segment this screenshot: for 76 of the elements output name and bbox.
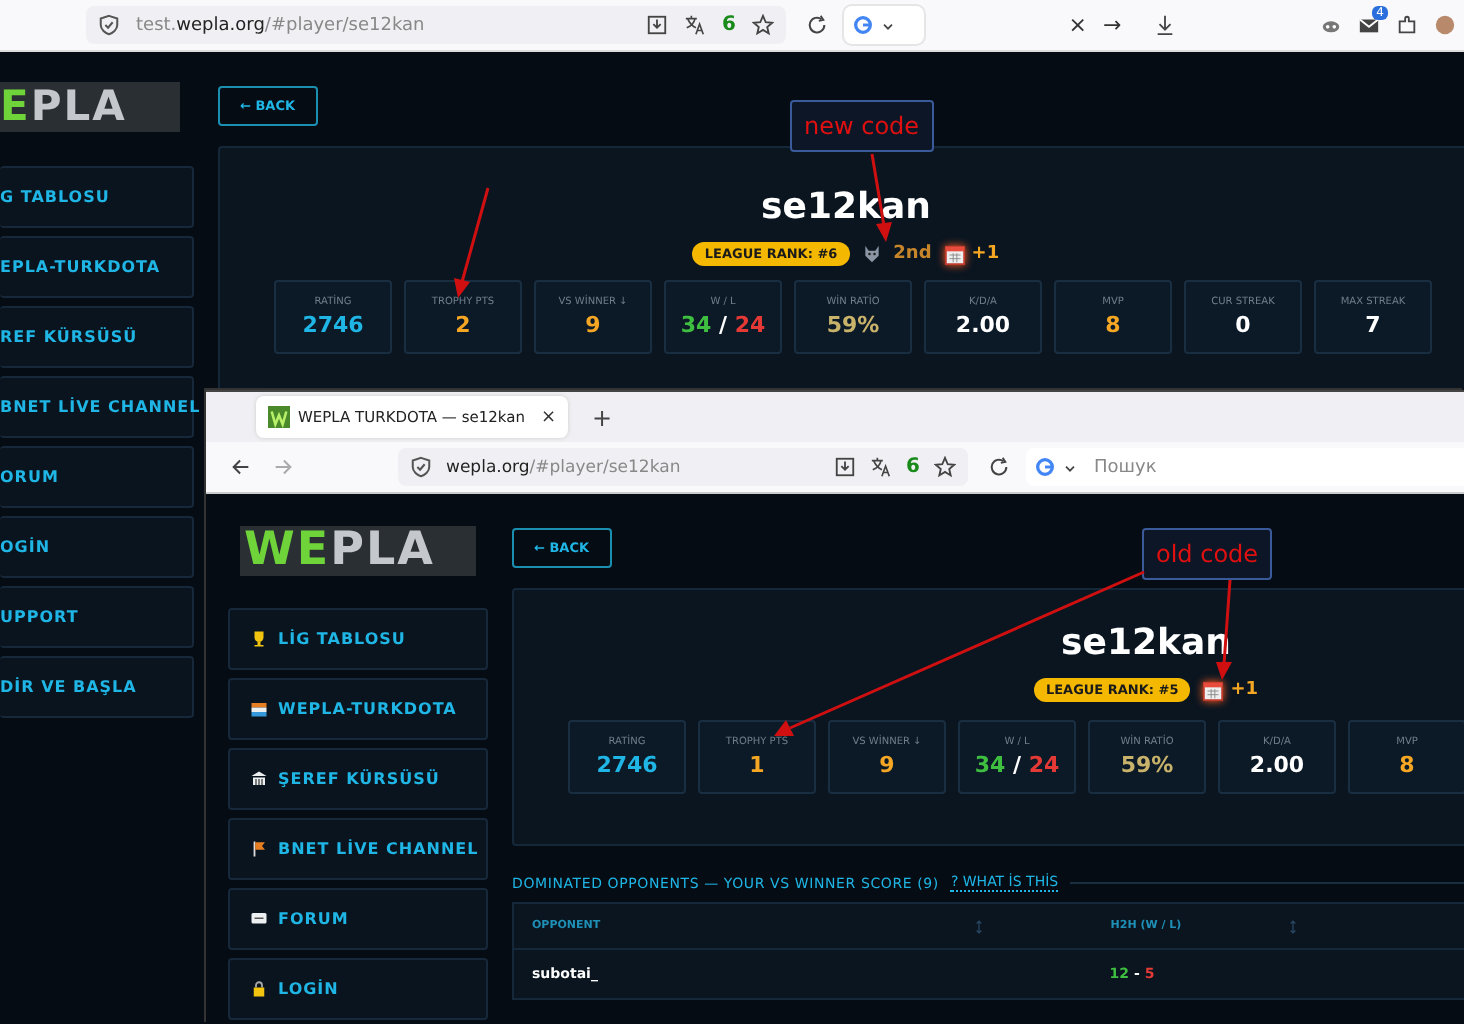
favicon-icon (268, 406, 290, 428)
reload-icon[interactable] (806, 14, 828, 36)
puzzle-icon[interactable] (1396, 14, 1418, 36)
stat-value: 59% (826, 314, 880, 338)
sidebar-item[interactable]: ORUM (0, 446, 194, 508)
mail-icon[interactable] (1358, 14, 1380, 36)
sidebar-item[interactable]: LİG TABLOSU (228, 608, 488, 670)
download-page-icon[interactable] (834, 456, 857, 478)
calendar-icon (1202, 679, 1225, 701)
stat-value: 7 (1365, 314, 1381, 338)
stat-value: 34 / 24 (974, 754, 1060, 778)
sidebar-item[interactable]: FORUM (228, 888, 488, 950)
building-icon (250, 770, 268, 788)
extension-count[interactable]: 6 (722, 14, 736, 36)
stat-value: 1 (749, 754, 765, 778)
lock-icon (250, 980, 268, 998)
stat-value: 8 (1105, 314, 1121, 338)
calendar-icon (943, 243, 966, 265)
flag-icon (250, 840, 268, 858)
url-text: wepla.org/#player/se12kan (446, 457, 681, 477)
annotation-label: old code (1142, 528, 1273, 580)
sidebar-item[interactable]: DİR VE BAŞLA (0, 656, 194, 718)
annotation-label: new code (790, 100, 934, 152)
sidebar-item[interactable]: UPPORT (0, 586, 194, 648)
sidebar-item[interactable]: G TABLOSU (0, 166, 194, 228)
stat-value: 2746 (596, 754, 658, 778)
shield-icon (98, 14, 120, 36)
stat-value: 2.00 (1249, 754, 1305, 778)
url-text: test.wepla.org/#player/se12kan (136, 15, 425, 35)
download-icon[interactable] (1153, 14, 1176, 36)
wolf-icon (861, 244, 882, 264)
search-engine-button[interactable] (1026, 448, 1086, 486)
address-bar[interactable]: wepla.org/#player/se12kan 6 (398, 448, 968, 486)
address-bar[interactable]: test.wepla.org/#player/se12kan 6 (86, 6, 786, 44)
stat-value: 34 / 24 (680, 314, 766, 338)
stat-value: 0 (1235, 314, 1251, 338)
sidebar-item[interactable]: BNET LİVE CHANNEL (0, 376, 194, 438)
sidebar-item[interactable]: REF KÜRSÜSÜ (0, 306, 194, 368)
stat-value: 8 (1399, 754, 1415, 778)
google-icon (1034, 456, 1056, 478)
sidebar-item[interactable]: BNET LİVE CHANNEL (228, 818, 488, 880)
stat-value: 59% (1120, 754, 1174, 778)
star-icon[interactable] (934, 456, 956, 478)
arrow (454, 187, 490, 298)
star-icon[interactable] (752, 14, 774, 36)
stat-value: 2746 (302, 314, 364, 338)
sidebar-item[interactable]: ŞEREF KÜRSÜSÜ (228, 748, 488, 810)
close-tab-button[interactable]: × (540, 407, 556, 427)
new-tab-button[interactable]: + (592, 403, 613, 431)
stat-value: 9 (585, 314, 601, 338)
extension-count[interactable]: 6 (906, 456, 920, 478)
download-page-icon[interactable] (646, 14, 669, 36)
streak-bonus: +1 (971, 244, 1000, 264)
streak-bonus: +1 (1230, 680, 1259, 700)
trophy-icon (250, 630, 268, 648)
reload-icon[interactable] (988, 456, 1010, 478)
sidebar-item[interactable]: WEPLA-TURKDOTA (228, 678, 488, 740)
logo: WEPLA (240, 526, 476, 576)
clear-button[interactable]: × (1068, 12, 1087, 38)
place-text: 2nd (893, 244, 932, 264)
google-icon (852, 14, 874, 36)
search-field[interactable]: Пошук (1086, 448, 1464, 486)
translate-icon[interactable] (684, 14, 707, 36)
sidebar-item[interactable]: EPLA-TURKDOTA (0, 236, 194, 298)
go-button[interactable]: → (1103, 12, 1122, 38)
back-arrow-icon[interactable] (230, 456, 252, 478)
sidebar-item[interactable]: OGİN (0, 516, 194, 578)
sidebar-item[interactable]: LOGİN (228, 958, 488, 1020)
shield-icon (410, 456, 432, 478)
search-field[interactable] (844, 6, 924, 44)
stat-value: 2 (455, 314, 471, 338)
stat-value: 2.00 (955, 314, 1011, 338)
stat-value: 9 (879, 754, 895, 778)
logo: EPLA (0, 82, 180, 132)
account-icon[interactable] (1434, 14, 1456, 36)
translate-icon[interactable] (870, 456, 893, 478)
